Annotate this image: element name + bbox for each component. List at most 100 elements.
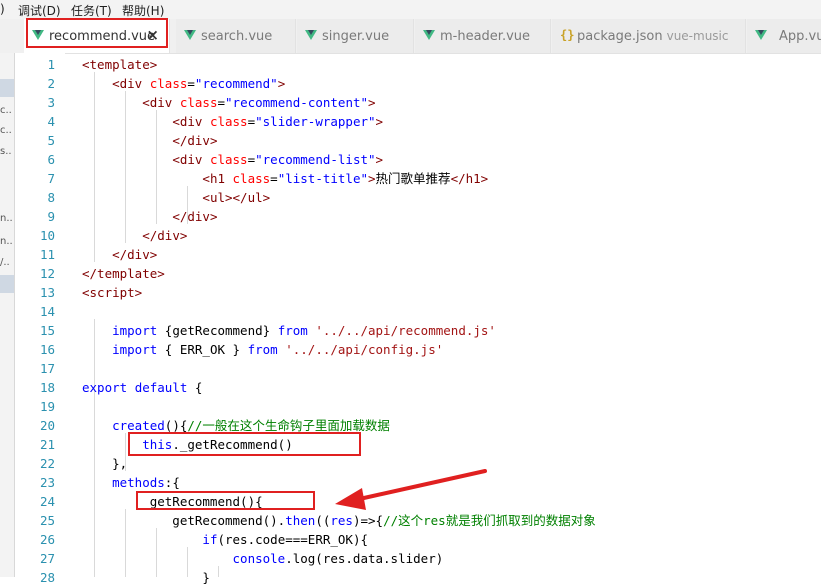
side-selected-row xyxy=(0,275,14,293)
code-line[interactable]: export default { xyxy=(82,378,202,397)
code-line[interactable]: if(res.code===ERR_OK){ xyxy=(82,530,368,549)
side-fragment: n.. xyxy=(0,236,13,247)
code-line[interactable]: <div class="recommend-content"> xyxy=(82,93,375,112)
line-number: 4 xyxy=(47,114,55,129)
code-token: then xyxy=(285,513,316,528)
code-token: > xyxy=(375,152,384,167)
tab-package-json[interactable]: {} package.json vue-music xyxy=(552,19,746,53)
code-line[interactable]: methods:{ xyxy=(82,473,180,492)
tab-label: singer.vue xyxy=(322,29,390,44)
code-line[interactable]: <template> xyxy=(82,55,157,74)
code-line[interactable]: <div class="recommend"> xyxy=(82,74,285,93)
code-token: </div> xyxy=(112,247,158,262)
menu-debug[interactable]: 调试(D) xyxy=(18,2,61,19)
code-token: class xyxy=(232,171,271,186)
line-number: 19 xyxy=(39,399,55,414)
line-number: 27 xyxy=(39,551,55,566)
code-token: </template> xyxy=(82,266,165,281)
side-fragment: c.. xyxy=(0,125,12,136)
code-token: <div xyxy=(112,76,150,91)
code-token: //一般在这个生命钩子里面加载数据 xyxy=(187,418,390,433)
line-number: 7 xyxy=(47,171,55,186)
code-token: class xyxy=(149,76,188,91)
code-line[interactable]: </template> xyxy=(82,264,165,283)
code-token: }, xyxy=(82,456,128,471)
tab-label: search.vue xyxy=(201,29,273,44)
vue-icon xyxy=(755,30,767,40)
code-token: "recommend-content" xyxy=(225,95,369,110)
code-token: <div xyxy=(142,95,180,110)
code-token: '../../api/recommend.js' xyxy=(315,323,496,338)
menu-fragment: ) xyxy=(0,2,5,16)
menu-tasks[interactable]: 任务(T) xyxy=(71,2,112,19)
tab-highlight-box xyxy=(26,18,168,48)
line-number: 16 xyxy=(39,342,55,357)
code-token: created xyxy=(112,418,165,433)
code-token: {getRecommend} xyxy=(157,323,278,338)
code-line[interactable]: </div> xyxy=(82,245,157,264)
code-token: export xyxy=(82,380,128,395)
tab-label: App.vue xyxy=(779,29,821,44)
line-number: 17 xyxy=(39,361,55,376)
code-token: import xyxy=(112,342,158,357)
code-line[interactable]: } xyxy=(82,568,210,587)
tab-search-vue[interactable]: search.vue xyxy=(176,19,296,53)
code-line[interactable]: <script> xyxy=(82,283,142,302)
vue-icon xyxy=(423,30,435,40)
code-token: "recommend-list" xyxy=(255,152,376,167)
line-number: 12 xyxy=(39,266,55,281)
line-number: 21 xyxy=(39,437,55,452)
code-token: console xyxy=(232,551,286,566)
code-line[interactable]: import {getRecommend} from '../../api/re… xyxy=(82,321,496,340)
tab-m-header-vue[interactable]: m-header.vue xyxy=(415,19,551,53)
code-token: = xyxy=(217,95,226,110)
line-number: 26 xyxy=(39,532,55,547)
tab-singer-vue[interactable]: singer.vue xyxy=(297,19,414,53)
code-line[interactable]: </div> xyxy=(82,226,187,245)
tab-sublabel: vue-music xyxy=(666,29,729,43)
code-token: class xyxy=(209,152,248,167)
line-number: 22 xyxy=(39,456,55,471)
code-line[interactable]: <h1 class="list-title">热门歌单推荐</h1> xyxy=(82,169,488,188)
line-number: 15 xyxy=(39,323,55,338)
code-line[interactable]: </div> xyxy=(82,207,217,226)
line-number-gutter: 1 2 3 4 5 6 7 8 9 10 11 12 13 14 15 16 17 18 19 20 21 22 23 24 2… xyxy=(15,53,65,585)
code-line[interactable]: <div class="recommend-list"> xyxy=(82,150,383,169)
line-number: 13 xyxy=(39,285,55,300)
code-token: getRecommend(). xyxy=(82,513,286,528)
code-line[interactable]: <ul></ul> xyxy=(82,188,270,207)
code-line[interactable]: </div> xyxy=(82,131,217,150)
tab-label: package.json xyxy=(577,29,663,44)
code-token: res xyxy=(330,513,353,528)
code-token: <div xyxy=(172,114,210,129)
side-fragment: c.. xyxy=(0,105,12,116)
code-token: import xyxy=(112,323,158,338)
code-line[interactable]: console.log(res.data.slider) xyxy=(82,549,444,568)
code-token: class xyxy=(209,114,248,129)
code-line[interactable]: import { ERR_OK } from '../../api/config… xyxy=(82,340,443,359)
code-token: //这个res就是我们抓取到的数据对象 xyxy=(383,513,596,528)
code-token: = xyxy=(270,171,278,186)
code-line[interactable]: getRecommend().then((res)=>{//这个res就是我们抓… xyxy=(82,511,596,530)
code-token: if xyxy=(202,532,218,547)
code-line[interactable]: }, xyxy=(82,454,127,473)
code-token: from xyxy=(247,342,278,357)
code-token: (res.code===ERR_OK){ xyxy=(217,532,368,547)
code-token: </h1> xyxy=(450,171,489,186)
line-number: 5 xyxy=(47,133,55,148)
side-selected-row xyxy=(0,79,14,97)
side-fragment: s.. xyxy=(0,146,12,157)
code-line[interactable]: <div class="slider-wrapper"> xyxy=(82,112,383,131)
tab-app-vue[interactable]: App.vue xyxy=(747,19,821,53)
menu-help[interactable]: 帮助(H) xyxy=(122,2,164,19)
